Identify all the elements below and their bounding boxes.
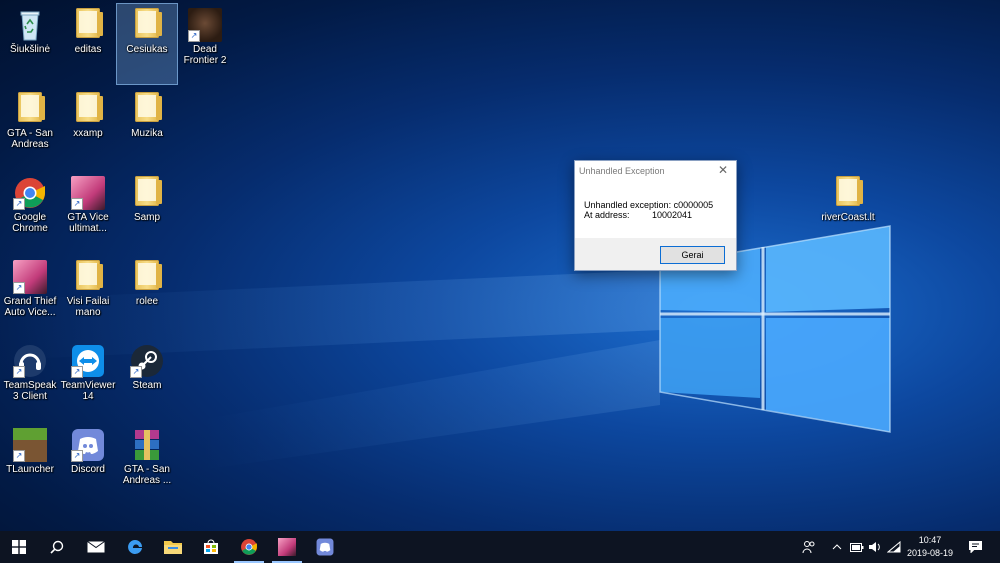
desktop-icon-label: Visi Failai mano	[66, 296, 110, 318]
desktop-icon-label: TeamSpeak 3 Client	[3, 380, 57, 402]
search-icon[interactable]	[38, 531, 76, 563]
chrome-icon: ↗	[13, 176, 47, 210]
file-explorer-icon[interactable]	[154, 531, 192, 563]
desktop-icon-rolee[interactable]: rolee	[117, 256, 177, 336]
gta-vice-icon: ↗	[71, 176, 105, 210]
desktop-icon-label: Steam	[132, 380, 162, 391]
notification-icon[interactable]	[964, 531, 986, 563]
desktop-icon-google-chrome[interactable]: ↗ Google Chrome	[0, 172, 60, 252]
desktop-icon-label: Samp	[133, 212, 161, 223]
start-icon[interactable]	[0, 531, 38, 563]
dead-frontier-icon: ↗	[188, 8, 222, 42]
desktop-icon-teamspeak[interactable]: ↗ TeamSpeak 3 Client	[0, 340, 60, 420]
dialog-address-label: At address:	[584, 210, 630, 220]
battery-icon[interactable]	[848, 531, 866, 563]
dialog-message: Unhandled exception: c0000005	[584, 200, 714, 210]
desktop-icon-discord[interactable]: ↗ Discord	[58, 424, 118, 504]
desktop-icon-label: rolee	[135, 296, 159, 307]
desktop-icon-grand-thief-auto-vice[interactable]: ↗ Grand Thief Auto Vice...	[0, 256, 60, 336]
discord-icon: ↗	[71, 428, 105, 462]
desktop-icon-label: Dead Frontier 2	[183, 44, 227, 66]
mail-icon[interactable]	[77, 531, 115, 563]
desktop-icon-rivercoast[interactable]: riverCoast.lt	[818, 172, 878, 252]
desktop-icon-editas[interactable]: editas	[58, 4, 118, 84]
desktop-icon-label: Cesiukas	[126, 44, 168, 55]
desktop-icon-label: Muzika	[131, 128, 163, 139]
folder-icon	[71, 92, 105, 126]
desktop-icon-teamviewer[interactable]: ↗ TeamViewer 14	[58, 340, 118, 420]
store-icon[interactable]	[192, 531, 230, 563]
desktop-icon-dead-frontier[interactable]: ↗ Dead Frontier 2	[175, 4, 235, 84]
desktop-icon-gta-san-andreas-folder[interactable]: GTA - San Andreas	[0, 88, 60, 168]
desktop-icon-label: riverCoast.lt	[821, 212, 875, 223]
desktop-icon-label: TLauncher	[6, 464, 54, 475]
clock-date: 2019-08-19	[906, 548, 954, 558]
volume-icon[interactable]	[866, 531, 884, 563]
desktop-icon-label: Discord	[71, 464, 105, 475]
desktop-icon-label: xxamp	[73, 128, 103, 139]
folder-icon	[130, 260, 164, 294]
recycle-bin-icon	[13, 8, 47, 42]
folder-icon	[130, 8, 164, 42]
dialog-address-value: 10002041	[652, 210, 693, 220]
desktop-icon-label: GTA - San Andreas	[7, 128, 53, 150]
edge-icon[interactable]	[116, 531, 154, 563]
desktop-icon-recycle-bin[interactable]: Šiukšlinė	[0, 4, 60, 84]
dialog-title: Unhandled Exception	[579, 166, 665, 176]
desktop-icon-gta-vice-ultimate[interactable]: ↗ GTA Vice ultimat...	[58, 172, 118, 252]
desktop-icon-visi-failai-mano[interactable]: Visi Failai mano	[58, 256, 118, 336]
desktop-icon-steam[interactable]: ↗ Steam	[117, 340, 177, 420]
winrar-icon	[130, 428, 164, 462]
chevron-up-icon[interactable]	[828, 531, 846, 563]
folder-icon	[130, 176, 164, 210]
desktop-icon-samp[interactable]: Samp	[117, 172, 177, 252]
teamviewer-icon: ↗	[71, 344, 105, 378]
music-folder-icon	[130, 92, 164, 126]
desktop-icon-xxamp[interactable]: xxamp	[58, 88, 118, 168]
desktop-icon-gta-san-andreas-archive[interactable]: GTA - San Andreas ...	[117, 424, 177, 504]
desktop-icon-cesiukas[interactable]: Cesiukas	[116, 3, 178, 85]
chrome-taskbar-icon[interactable]	[230, 531, 268, 563]
steam-icon: ↗	[130, 344, 164, 378]
gta-vice-taskbar-icon[interactable]	[268, 531, 306, 563]
close-icon[interactable]: ✕	[718, 163, 728, 177]
ok-button[interactable]: Gerai	[660, 246, 725, 264]
teamspeak-icon: ↗	[13, 344, 47, 378]
desktop-icon-label: GTA - San Andreas ...	[122, 464, 172, 486]
folder-icon	[13, 92, 47, 126]
people-icon[interactable]	[798, 531, 820, 563]
dialog-footer: Gerai	[575, 238, 736, 270]
desktop-icon-label: editas	[74, 44, 102, 55]
gta-vice-icon: ↗	[13, 260, 47, 294]
folder-icon	[831, 176, 865, 210]
taskbar: 10:47 2019-08-19	[0, 531, 1000, 563]
desktop-icon-label: GTA Vice ultimat...	[67, 212, 109, 234]
clock-time: 10:47	[918, 535, 942, 545]
desktop-icon-label: Šiukšlinė	[9, 44, 51, 55]
desktop-icon-label: Google Chrome	[12, 212, 48, 234]
folder-icon	[71, 8, 105, 42]
clock[interactable]: 10:47 2019-08-19	[900, 534, 960, 560]
tlauncher-icon: ↗	[13, 428, 47, 462]
desktop-icon-muzika[interactable]: Muzika	[117, 88, 177, 168]
desktop-icon-label: Grand Thief Auto Vice...	[3, 296, 57, 318]
desktop-icon-tlauncher[interactable]: ↗ TLauncher	[0, 424, 60, 504]
discord-taskbar-icon[interactable]	[306, 531, 344, 563]
desktop-icon-label: TeamViewer 14	[60, 380, 116, 402]
folder-icon	[71, 260, 105, 294]
unhandled-exception-dialog: Unhandled Exception ✕ Unhandled exceptio…	[574, 160, 737, 271]
